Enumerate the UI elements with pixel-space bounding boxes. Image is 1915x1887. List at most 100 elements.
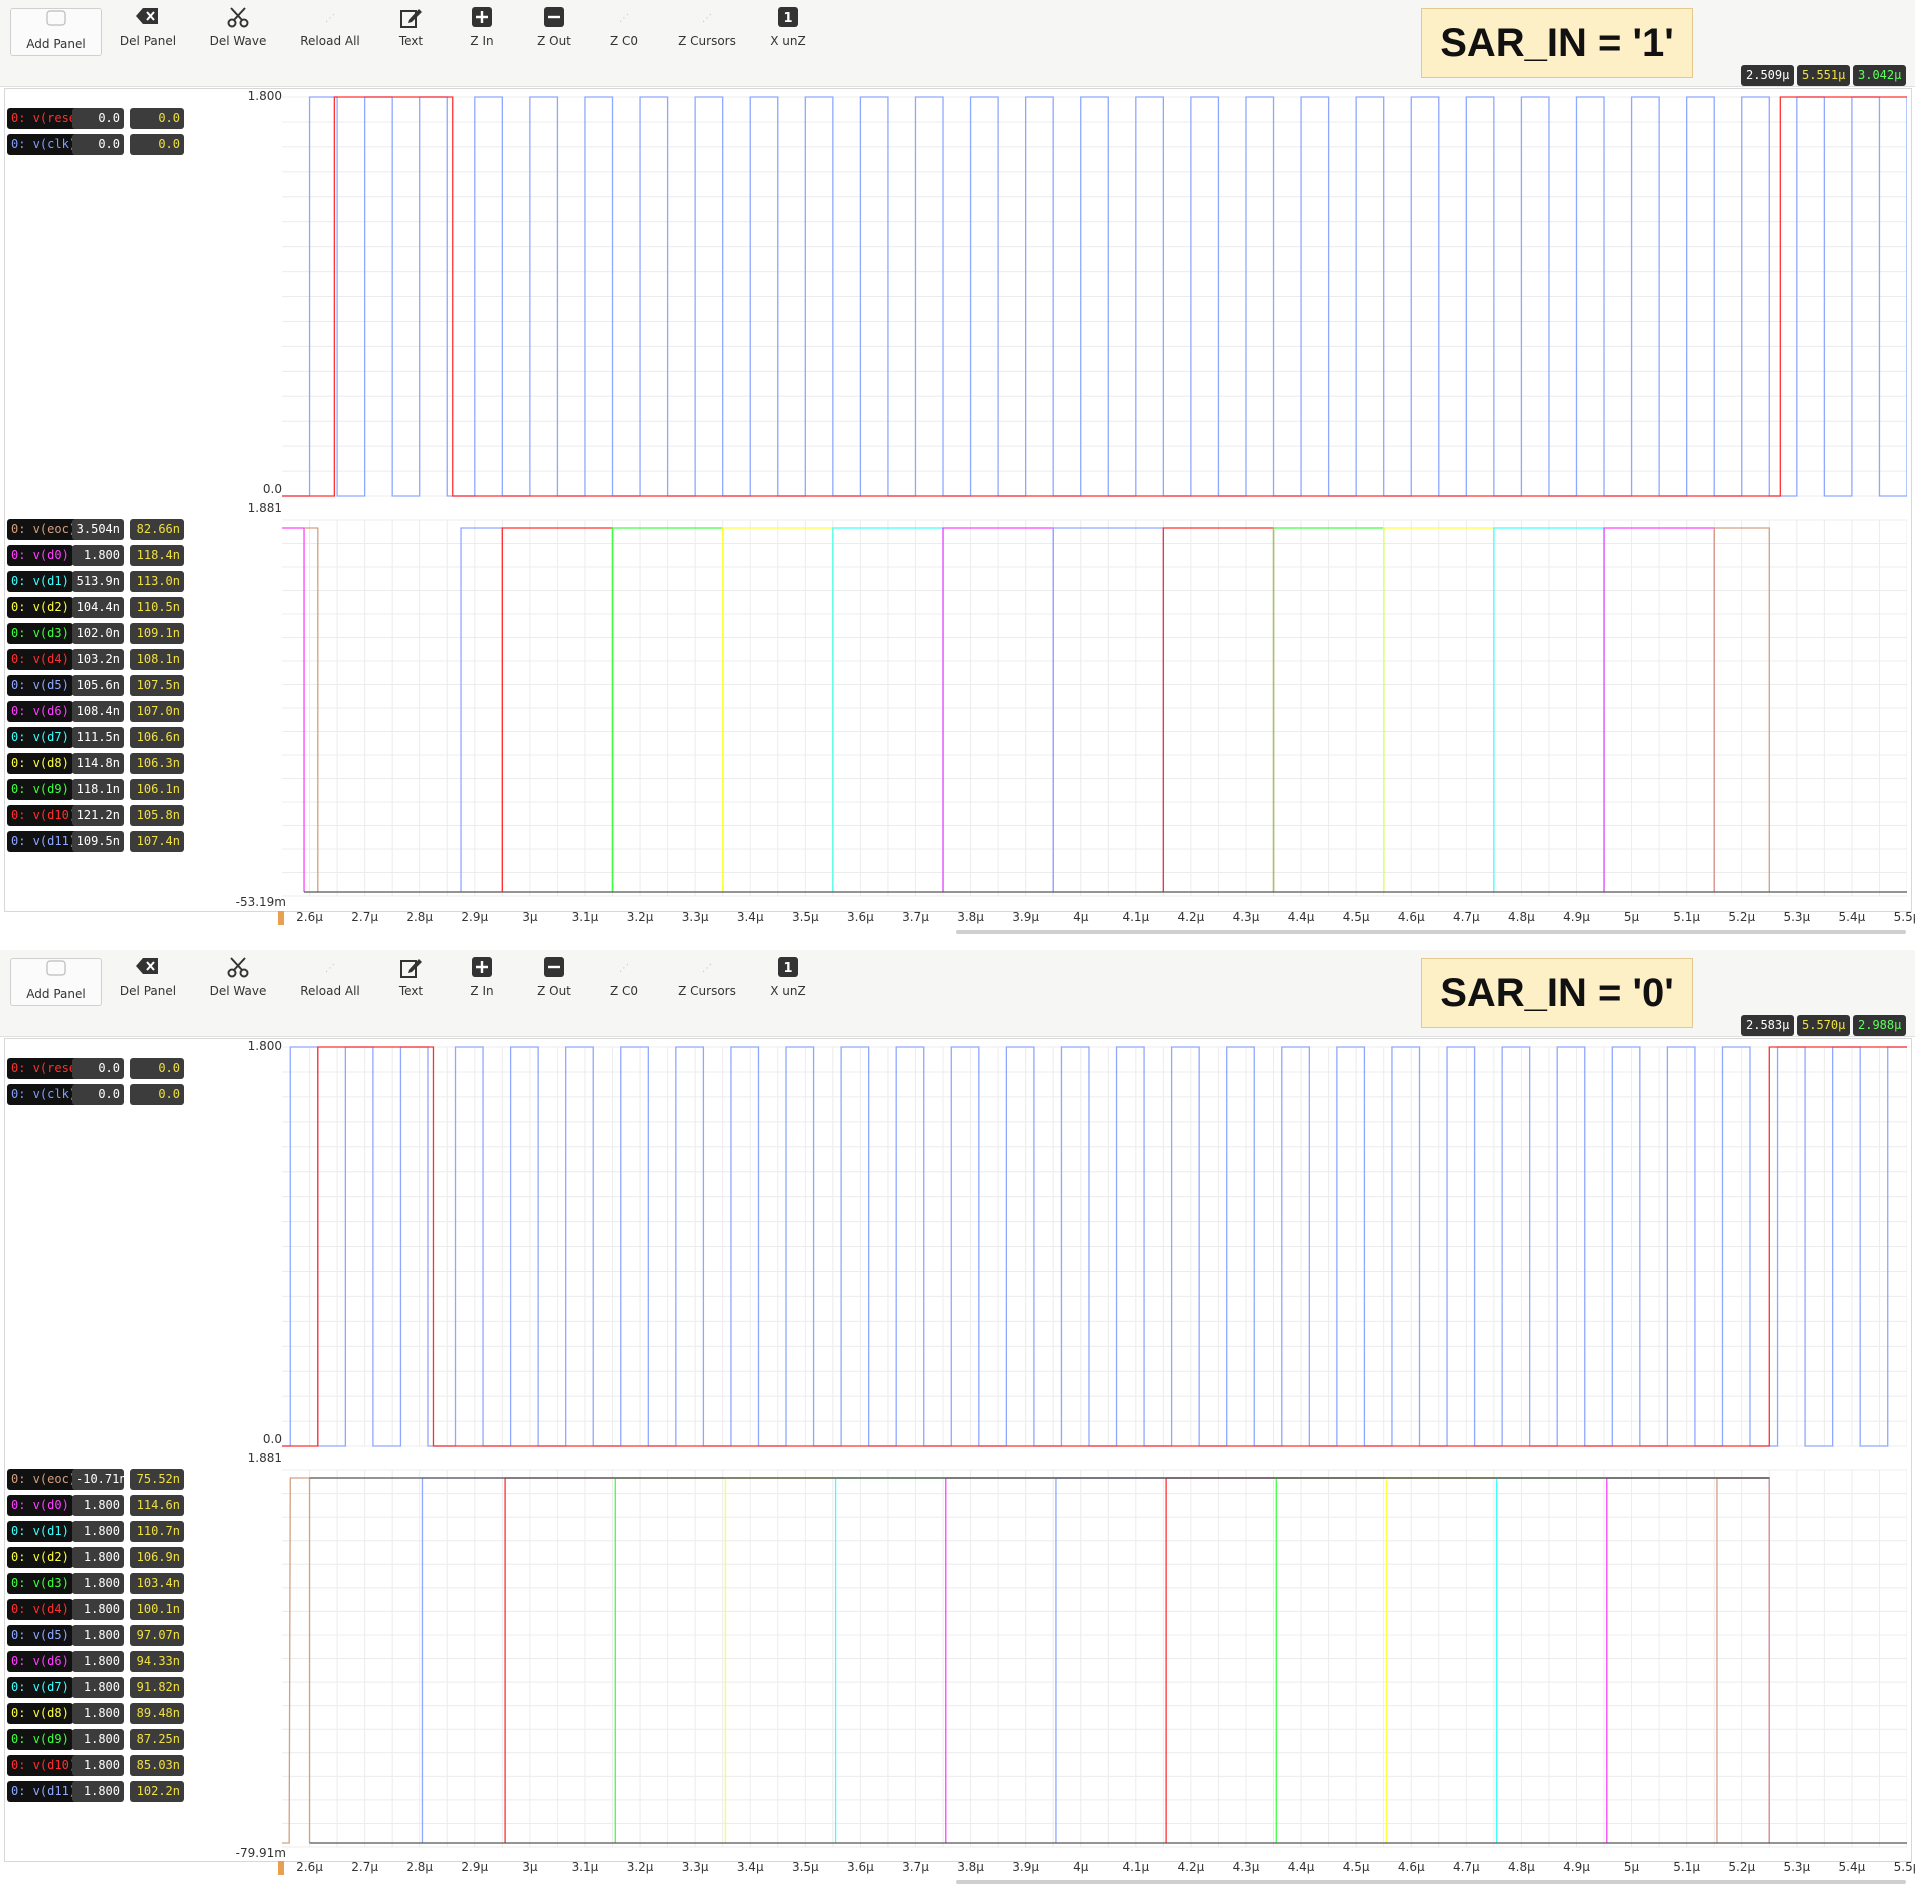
x-tick-label: 5.5μ	[1893, 910, 1915, 924]
x-tick-label: 4μ	[1073, 1860, 1089, 1874]
signal-name[interactable]: 0: v(eoc)	[7, 1469, 81, 1490]
signal-name[interactable]: 0: v(d9)	[7, 779, 73, 800]
x-tick-label: 3.2μ	[626, 1860, 654, 1874]
horizontal-scrollbar[interactable]	[956, 1880, 1906, 1884]
signal-name[interactable]: 0: v(d4)	[7, 1599, 73, 1620]
signal-name[interactable]: 0: v(d1)	[7, 1521, 73, 1542]
top-plot[interactable]	[282, 91, 1907, 502]
signal-name[interactable]: 0: v(eoc)	[7, 519, 81, 540]
signal-name[interactable]: 0: v(clk)	[7, 1084, 81, 1105]
zoom-in-button[interactable]: Z In	[462, 956, 502, 1008]
x-tick-label: 3.7μ	[902, 910, 929, 924]
text-button[interactable]: Text	[391, 6, 431, 58]
add-panel-button[interactable]: Add Panel	[10, 958, 102, 1006]
top-plot[interactable]	[282, 1041, 1907, 1452]
signal-name[interactable]: 0: v(d1)	[7, 571, 73, 592]
one-square-icon: 1	[764, 956, 812, 982]
bottom-plot[interactable]	[282, 514, 1907, 902]
reload-icon: ⋰	[325, 963, 335, 974]
signal-name[interactable]: 0: v(d6)	[7, 1651, 73, 1672]
signal-name[interactable]: 0: v(d5)	[7, 675, 73, 696]
cursor-b-value: 87.25n	[130, 1729, 184, 1750]
signal-name[interactable]: 0: v(d4)	[7, 649, 73, 670]
signal-name[interactable]: 0: v(d10)	[7, 805, 81, 826]
signal-name[interactable]: 0: v(d3)	[7, 623, 73, 644]
signal-name[interactable]: 0: v(d6)	[7, 701, 73, 722]
cursor-b-value: 106.6n	[130, 727, 184, 748]
signal-name[interactable]: 0: v(d0)	[7, 1495, 73, 1516]
cursor-b-value: 75.52n	[130, 1469, 184, 1490]
x-unzoom-button[interactable]: 1 X unZ	[764, 6, 812, 58]
cursor-a-value: 1.800	[72, 1547, 124, 1568]
cursor-a-value: 1.800	[72, 1755, 124, 1776]
x-tick-label: 4.2μ	[1177, 910, 1205, 924]
cursor-b-value: 109.1n	[130, 623, 184, 644]
signal-name[interactable]: 0: v(d2)	[7, 597, 73, 618]
bottom-plot[interactable]	[282, 1464, 1907, 1853]
zoom-in-label: Z In	[470, 984, 494, 998]
x-tick-label: 4.6μ	[1397, 1860, 1425, 1874]
panel-toolbar: Add Panel Del Panel Del Wave ⋰ Reload Al…	[0, 950, 1915, 1037]
sar-in-banner: SAR_IN = '1'	[1421, 8, 1693, 78]
signal-name[interactable]: 0: v(d0)	[7, 545, 73, 566]
del-wave-button[interactable]: Del Wave	[204, 956, 272, 1008]
signal-name[interactable]: 0: v(d5)	[7, 1625, 73, 1646]
cursor-b-value: 106.9n	[130, 1547, 184, 1568]
del-panel-button[interactable]: Del Panel	[112, 6, 184, 58]
signal-name[interactable]: 0: v(d10)	[7, 1755, 81, 1776]
zoom-out-label: Z Out	[537, 984, 571, 998]
cursor-a-value: 0.0	[72, 134, 124, 155]
zoom-c0-button[interactable]: ⋰ Z C0	[604, 956, 644, 1008]
cursor-b-value: 0.0	[130, 108, 184, 129]
signal-name[interactable]: 0: v(d11)	[7, 1781, 81, 1802]
zoom-out-button[interactable]: Z Out	[532, 956, 576, 1008]
bit-waveform	[460, 527, 503, 892]
horizontal-scrollbar[interactable]	[956, 930, 1906, 934]
signal-name[interactable]: 0: v(d8)	[7, 1703, 73, 1724]
zoom-c0-icon: ⋰	[619, 963, 629, 974]
cursor-b-time: 5.551μ	[1797, 65, 1851, 86]
add-panel-button[interactable]: Add Panel	[10, 8, 102, 56]
cursor-a-value: 1.800	[72, 1651, 124, 1672]
zoom-in-button[interactable]: Z In	[462, 6, 502, 58]
x-tick-label: 4.7μ	[1452, 1860, 1480, 1874]
signal-name[interactable]: 0: v(d3)	[7, 1573, 73, 1594]
zoom-cursors-button[interactable]: ⋰ Z Cursors	[672, 6, 742, 58]
cursor-a-value: 105.6n	[72, 675, 124, 696]
zoom-c0-button[interactable]: ⋰ Z C0	[604, 6, 644, 58]
signal-name[interactable]: 0: v(d8)	[7, 753, 73, 774]
zoom-cursors-icon: ⋰	[702, 13, 712, 24]
zoom-in-label: Z In	[470, 34, 494, 48]
x-unzoom-button[interactable]: 1 X unZ	[764, 956, 812, 1008]
del-wave-label: Del Wave	[209, 34, 267, 48]
reload-all-label: Reload All	[300, 34, 360, 48]
signal-name[interactable]: 0: v(d9)	[7, 1729, 73, 1750]
signal-name[interactable]: 0: v(d11)	[7, 831, 81, 852]
x-tick-label: 4μ	[1073, 910, 1089, 924]
cursor-a-value: 111.5n	[72, 727, 124, 748]
cursor-a-value: 0.0	[72, 108, 124, 129]
x-tick-label: 5μ	[1623, 910, 1640, 924]
cursor-b-value: 107.5n	[130, 675, 184, 696]
x-tick-label: 4.4μ	[1287, 910, 1315, 924]
cursor-delta-time: 3.042μ	[1853, 65, 1907, 86]
signal-name[interactable]: 0: v(clk)	[7, 134, 81, 155]
cursor-a-value: 1.800	[72, 1729, 124, 1750]
zoom-cursors-button[interactable]: ⋰ Z Cursors	[672, 956, 742, 1008]
x-tick-label: 5.4μ	[1838, 1860, 1866, 1874]
del-wave-button[interactable]: Del Wave	[204, 6, 272, 58]
cursor-b-value: 107.4n	[130, 831, 184, 852]
text-button[interactable]: Text	[391, 956, 431, 1008]
x-tick-label: 3.5μ	[791, 1860, 819, 1874]
reload-all-button[interactable]: ⋰ Reload All	[294, 956, 366, 1008]
signal-name[interactable]: 0: v(d2)	[7, 1547, 73, 1568]
signal-name[interactable]: 0: v(d7)	[7, 727, 73, 748]
zoom-out-button[interactable]: Z Out	[532, 6, 576, 58]
signal-name[interactable]: 0: v(d7)	[7, 1677, 73, 1698]
reload-all-button[interactable]: ⋰ Reload All	[294, 6, 366, 58]
cursor-b-value: 0.0	[130, 1058, 184, 1079]
del-panel-button[interactable]: Del Panel	[112, 956, 184, 1008]
bit-waveform	[1716, 1477, 1770, 1843]
cursor-b-value: 110.7n	[130, 1521, 184, 1542]
cursor-a-value: 3.504n	[72, 519, 124, 540]
